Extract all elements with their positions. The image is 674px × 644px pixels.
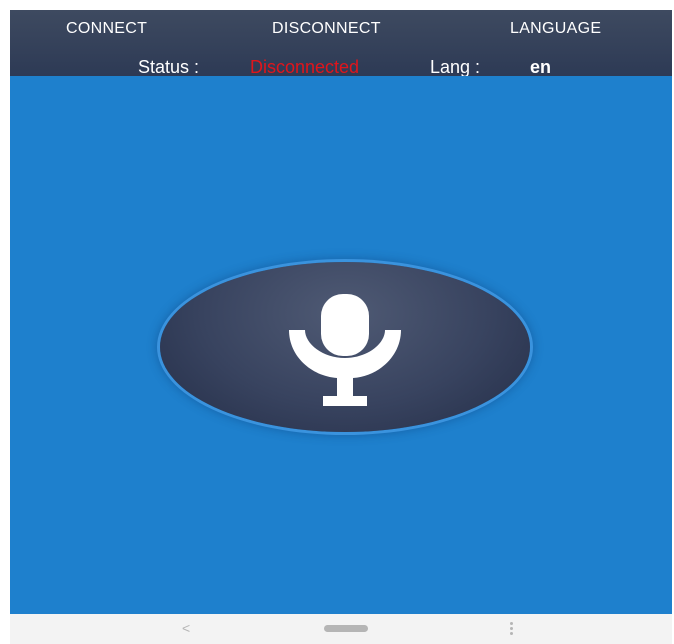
app-screen: CONNECT DISCONNECT LANGUAGE Status : Dis… [10,10,672,644]
disconnect-button[interactable]: DISCONNECT [272,20,381,38]
system-nav-bar: < [10,614,672,644]
back-button[interactable]: < [182,620,190,636]
lang-label: Lang : [430,57,481,77]
status-row: Status : Disconnected Lang : en [10,56,672,78]
status-label: Status : [138,57,200,77]
menu-row: CONNECT DISCONNECT LANGUAGE [10,10,672,50]
language-button[interactable]: LANGUAGE [510,20,601,38]
main-area [10,76,672,614]
lang-value: en [530,57,552,77]
connect-button[interactable]: CONNECT [66,20,147,38]
microphone-icon [289,294,401,406]
microphone-button[interactable] [160,262,530,432]
status-value: Disconnected [250,57,360,77]
menu-dots-icon[interactable] [510,622,514,636]
top-bar: CONNECT DISCONNECT LANGUAGE Status : Dis… [10,10,672,78]
home-pill-icon[interactable] [324,625,368,632]
